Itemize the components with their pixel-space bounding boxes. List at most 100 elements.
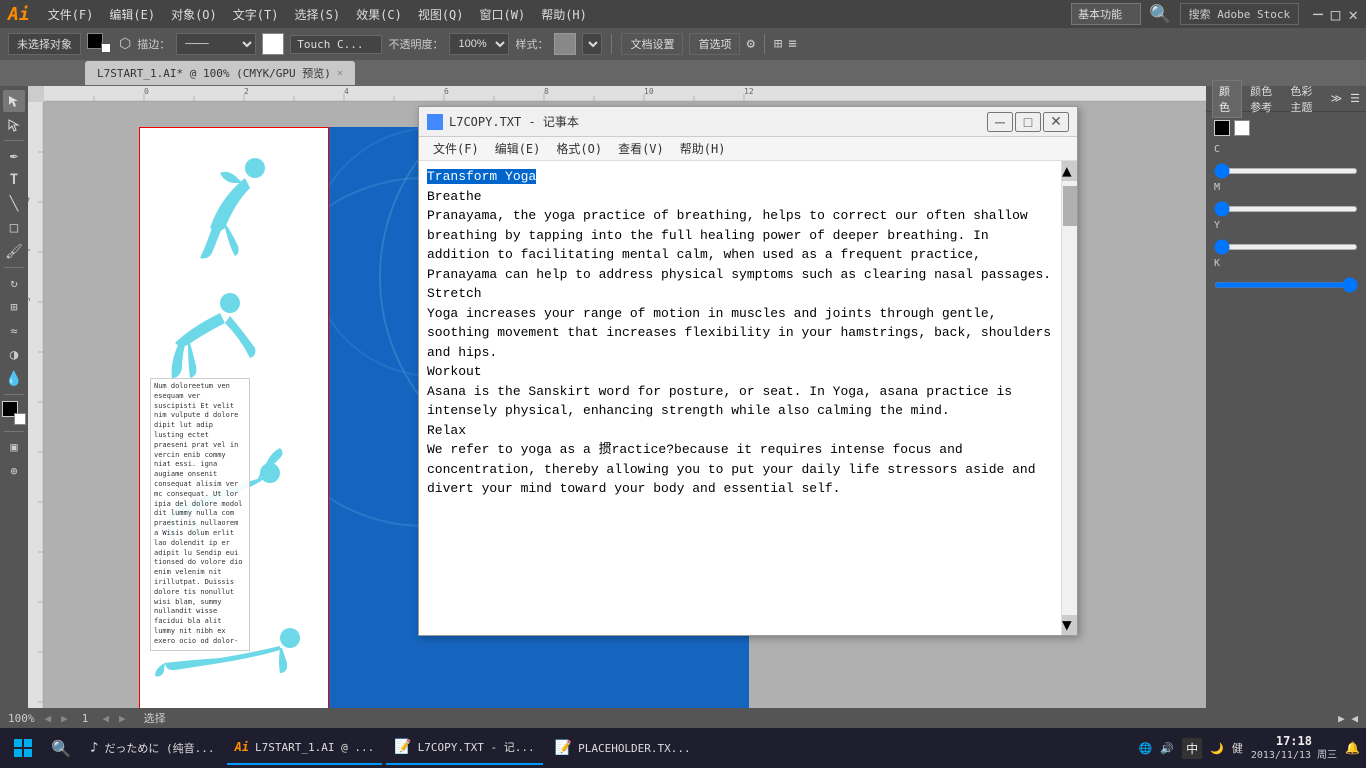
taskbar-notepad-app[interactable]: 📝 L7COPY.TXT - 记... xyxy=(386,731,542,765)
clock-display[interactable]: 17:18 2013/11/13 周三 xyxy=(1251,734,1337,763)
fill-swatch[interactable] xyxy=(262,33,284,55)
taskbar-placeholder-app[interactable]: 📝 PLACEHOLDER.TX... xyxy=(547,731,699,765)
taskbar-search-button[interactable]: 🔍 xyxy=(44,731,78,765)
menu-effect[interactable]: 效果(C) xyxy=(348,2,410,27)
more-settings-icon[interactable]: ⚙ xyxy=(746,36,754,52)
taskbar-music-app[interactable]: ♪ だっために (纯音... xyxy=(82,731,223,765)
stroke-fill-swatch[interactable] xyxy=(87,33,113,55)
notepad-menu-format[interactable]: 格式(O) xyxy=(548,138,610,159)
touch-dropdown[interactable]: Touch C... xyxy=(290,35,382,54)
scrollbar-down-button[interactable]: ▼ xyxy=(1062,615,1077,635)
top-menubar: Ai 文件(F) 编辑(E) 对象(O) 文字(T) 选择(S) 效果(C) 视… xyxy=(0,0,1366,28)
artboard-prev[interactable]: ◀ xyxy=(102,712,109,725)
svg-text:10: 10 xyxy=(644,87,654,96)
scrollbar-thumb[interactable] xyxy=(1063,186,1077,226)
screen-mode-normal[interactable]: ▣ xyxy=(3,436,25,458)
tabbar: L7START_1.AI* @ 100% (CMYK/GPU 预览) × xyxy=(0,60,1366,86)
scrollbar-up-button[interactable]: ▲ xyxy=(1062,161,1077,181)
windows-start-button[interactable] xyxy=(6,731,40,765)
eyedropper-tool[interactable]: 💧 xyxy=(3,368,25,390)
preferences-button[interactable]: 首选项 xyxy=(689,33,740,55)
shape-icon: ⬡ xyxy=(119,36,131,52)
notepad-menu-file[interactable]: 文件(F) xyxy=(425,138,487,159)
search-stock-input[interactable]: 搜索 Adobe Stock xyxy=(1180,3,1299,25)
svg-text:0: 0 xyxy=(144,87,149,96)
ime-indicator[interactable]: 中 xyxy=(1182,738,1202,759)
notepad-title: L7COPY.TXT - 记事本 xyxy=(449,113,985,130)
window-close-icon[interactable]: ✕ xyxy=(1348,5,1358,24)
fill-color-swatch-panel[interactable] xyxy=(1214,120,1230,136)
zoom-tool[interactable]: ⊕ xyxy=(3,460,25,482)
color-swatch[interactable] xyxy=(2,401,26,425)
stroke-label: 描边： xyxy=(137,36,170,52)
notepad-app-icon xyxy=(427,114,443,130)
active-tab[interactable]: L7START_1.AI* @ 100% (CMYK/GPU 预览) × xyxy=(85,61,355,85)
zoom-arrow-right[interactable]: ▶ xyxy=(61,712,68,725)
notepad-body: Transform Yoga Breathe Pranayama, the yo… xyxy=(419,161,1077,635)
notepad-menu-help[interactable]: 帮助(H) xyxy=(672,138,734,159)
window-maximize-icon[interactable]: □ xyxy=(1331,5,1341,24)
notepad-maximize-button[interactable]: □ xyxy=(1015,112,1041,132)
warp-tool[interactable]: ≈ xyxy=(3,320,25,342)
menu-select[interactable]: 选择(S) xyxy=(286,2,348,27)
line-tool[interactable]: ╲ xyxy=(3,193,25,215)
direct-selection-tool[interactable] xyxy=(3,114,25,136)
menu-object[interactable]: 对象(O) xyxy=(163,2,225,27)
window-minimize-icon[interactable]: ─ xyxy=(1313,5,1323,24)
type-tool[interactable]: T xyxy=(3,169,25,191)
list-view-icon[interactable]: ≡ xyxy=(788,36,796,52)
pen-tool[interactable]: ✒ xyxy=(3,145,25,167)
right-panel-options-icon[interactable]: ☰ xyxy=(1350,92,1360,105)
scale-tool[interactable]: ⊞ xyxy=(3,296,25,318)
shape-tool[interactable]: □ xyxy=(3,217,25,239)
notepad-scrollbar[interactable]: ▲ ▼ xyxy=(1061,161,1077,635)
brush-tool[interactable]: 🖌 xyxy=(3,241,25,263)
notepad-menu-view[interactable]: 查看(V) xyxy=(610,138,672,159)
grid-view-icon[interactable]: ⊞ xyxy=(774,36,782,52)
doc-settings-button[interactable]: 文档设置 xyxy=(621,33,683,55)
canvas-area[interactable]: 0 2 4 6 8 10 12 xyxy=(28,86,1206,708)
color-theme-tab[interactable]: 色彩主题 xyxy=(1290,83,1322,115)
taskbar-ai-label: L7START_1.AI @ ... xyxy=(255,741,374,754)
notepad-minimize-button[interactable]: ─ xyxy=(987,112,1013,132)
status-right-arrows[interactable]: ▶ ◀ xyxy=(1338,712,1358,725)
volume-icon: 🔊 xyxy=(1160,742,1174,755)
zoom-arrow-left[interactable]: ◀ xyxy=(45,712,52,725)
ruler-top: 0 2 4 6 8 10 12 xyxy=(44,86,1206,102)
selection-tool[interactable] xyxy=(3,90,25,112)
notification-icon[interactable]: 🔔 xyxy=(1345,741,1360,755)
status-bar: 100% ◀ ▶ 1 ◀ ▶ 选择 ▶ ◀ xyxy=(0,708,1366,728)
style-swatch[interactable] xyxy=(554,33,576,55)
menu-text[interactable]: 文字(T) xyxy=(225,2,287,27)
yoga-pose-1 xyxy=(170,148,290,268)
opacity-select[interactable]: 100% xyxy=(449,33,509,55)
style-select[interactable]: ▼ xyxy=(582,33,602,55)
black-slider[interactable] xyxy=(1214,282,1358,288)
notepad-close-button[interactable]: ✕ xyxy=(1043,112,1069,132)
taskbar-illustrator-app[interactable]: Ai L7START_1.AI @ ... xyxy=(227,731,383,765)
stroke-color-swatch-panel[interactable] xyxy=(1234,120,1250,136)
menu-file[interactable]: 文件(F) xyxy=(40,2,102,27)
menu-edit[interactable]: 编辑(E) xyxy=(101,2,163,27)
menu-help[interactable]: 帮助(H) xyxy=(533,2,595,27)
rotate-tool[interactable]: ↻ xyxy=(3,272,25,294)
right-panel-menu-icon[interactable]: ≫ xyxy=(1331,92,1343,105)
relax-body: We refer to yoga as a 掼ractice?because i… xyxy=(427,442,1036,496)
keyboard-indicator: 健 xyxy=(1232,740,1243,756)
notepad-content-area[interactable]: Transform Yoga Breathe Pranayama, the yo… xyxy=(419,161,1061,635)
stroke-select[interactable]: ─── xyxy=(176,33,256,55)
yellow-slider[interactable] xyxy=(1214,244,1358,250)
network-icon: 🌐 xyxy=(1139,742,1153,755)
artboard-next[interactable]: ▶ xyxy=(119,712,126,725)
basic-function-dropdown[interactable]: 基本功能 xyxy=(1071,3,1141,25)
gradient-tool[interactable]: ◑ xyxy=(3,344,25,366)
color-ref-tab[interactable]: 颜色参考 xyxy=(1250,83,1282,115)
taskbar-music-label: だっために (纯音... xyxy=(104,740,214,756)
menu-window[interactable]: 窗口(W) xyxy=(472,2,534,27)
magenta-slider[interactable] xyxy=(1214,206,1358,212)
notepad-menu-edit[interactable]: 编辑(E) xyxy=(487,138,549,159)
cyan-slider[interactable] xyxy=(1214,168,1358,174)
tab-close-button[interactable]: × xyxy=(337,68,343,79)
scrollbar-track[interactable] xyxy=(1062,181,1077,615)
menu-view[interactable]: 视图(Q) xyxy=(410,2,472,27)
